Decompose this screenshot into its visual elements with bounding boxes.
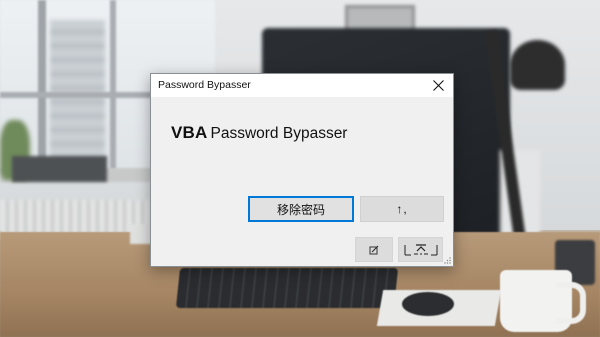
- resize-grip-icon[interactable]: [443, 256, 451, 264]
- expand-button[interactable]: [398, 237, 443, 262]
- edit-button[interactable]: [355, 237, 393, 262]
- background-books: [12, 156, 107, 182]
- edit-icon: [369, 245, 379, 254]
- app-heading-bold: VBA: [171, 123, 208, 142]
- app-heading: VBA Password Bypasser: [171, 123, 347, 143]
- window-title: Password Bypasser: [158, 79, 251, 91]
- app-heading-text: Password Bypasser: [210, 125, 348, 142]
- background-keyboard: [175, 268, 399, 308]
- title-bar[interactable]: Password Bypasser: [151, 74, 453, 97]
- background-mouse: [402, 292, 454, 316]
- background-window-frame: [38, 0, 46, 170]
- expand-icon: [404, 243, 437, 255]
- password-bypasser-dialog: Password Bypasser VBA Password Bypasser 移…: [150, 73, 454, 267]
- remove-password-label: 移除密码: [276, 202, 325, 217]
- close-icon: [433, 80, 444, 91]
- background-lamp-head: [510, 40, 565, 90]
- close-button[interactable]: [423, 74, 453, 97]
- upload-button[interactable]: ↑,: [360, 196, 444, 222]
- background-building: [50, 20, 105, 160]
- remove-password-button[interactable]: 移除密码: [248, 196, 354, 222]
- background-window-frame: [110, 0, 116, 170]
- background-mug-handle: [556, 282, 586, 324]
- upload-label: ↑,: [396, 202, 408, 216]
- screen: Password Bypasser VBA Password Bypasser 移…: [0, 0, 600, 337]
